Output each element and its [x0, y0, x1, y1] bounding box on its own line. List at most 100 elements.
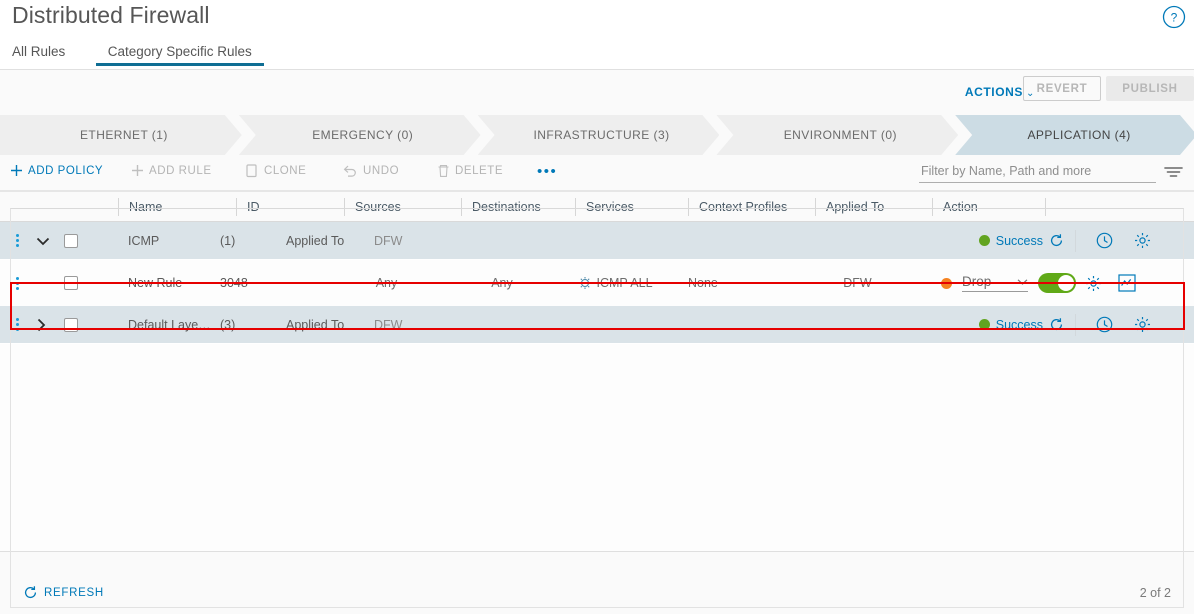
help-circle-icon[interactable]: ?: [1162, 5, 1186, 29]
policy-settings-gear-icon[interactable]: [1122, 306, 1162, 343]
column-header-context-profiles: Context Profiles: [688, 197, 815, 216]
policy-applied-to-value: DFW: [374, 233, 403, 248]
rule-action: Drop: [916, 260, 1076, 306]
trash-icon: [437, 164, 450, 178]
category-application[interactable]: APPLICATION (4): [955, 115, 1194, 155]
policy-settings-gear-icon[interactable]: [1122, 222, 1162, 259]
publish-button[interactable]: PUBLISH: [1106, 76, 1194, 101]
column-header-destinations: Destinations: [461, 197, 575, 216]
policy-row-divider: [1064, 306, 1086, 343]
rule-sources[interactable]: Any: [328, 260, 445, 306]
policy-name: ICMP: [128, 233, 160, 248]
refresh-button[interactable]: REFRESH: [23, 585, 104, 600]
add-rule-label: ADD RULE: [149, 164, 212, 177]
rule-statistics-icon[interactable]: [1110, 260, 1144, 306]
undo-icon: [343, 164, 358, 177]
undo-button[interactable]: UNDO: [343, 164, 399, 177]
filter-icon[interactable]: [1163, 164, 1184, 185]
refresh-status-icon[interactable]: [1049, 233, 1064, 248]
rule-id: 3048: [220, 276, 248, 290]
rule-enabled-toggle[interactable]: [1038, 273, 1076, 293]
action-select-value: Drop: [962, 274, 992, 289]
policy-applied-to-label: Applied To: [286, 317, 345, 332]
category-ethernet[interactable]: ETHERNET (1): [0, 115, 242, 155]
action-select[interactable]: Drop: [962, 274, 1028, 292]
plus-icon: [10, 164, 23, 177]
checkbox[interactable]: [64, 276, 78, 290]
svg-text:?: ?: [1171, 11, 1178, 25]
policy-history-icon[interactable]: [1086, 306, 1122, 343]
revert-button[interactable]: REVERT: [1023, 76, 1101, 101]
rule-services[interactable]: ICMP ALL: [559, 260, 672, 306]
rule-context-profiles[interactable]: None: [672, 260, 799, 306]
policy-rule-count: (3): [220, 317, 236, 332]
more-actions-button[interactable]: •••: [537, 164, 557, 179]
refresh-icon: [23, 585, 38, 600]
status-dot-icon: [978, 319, 990, 330]
row-kebab-menu[interactable]: [0, 260, 26, 306]
chevron-down-icon: [1017, 274, 1028, 289]
table-footer: REFRESH 2 of 2: [10, 578, 1184, 608]
kebab-menu-icon[interactable]: [16, 318, 20, 331]
kebab-menu-icon[interactable]: [16, 234, 20, 247]
refresh-status-icon[interactable]: [1049, 317, 1064, 332]
column-header-spacer: [0, 198, 118, 216]
filter-field-wrapper: [919, 162, 1156, 183]
row-kebab-menu[interactable]: [0, 222, 26, 259]
service-icon: [578, 276, 592, 290]
policy-history-icon[interactable]: [1086, 222, 1122, 259]
rule-toolbar: ADD POLICY ADD RULE CLONE UNDO DELETE ••…: [0, 155, 1194, 191]
column-header-applied-to: Applied To: [815, 197, 932, 216]
checkbox[interactable]: [64, 317, 78, 332]
rule-name[interactable]: New Rule: [118, 260, 210, 306]
delete-button[interactable]: DELETE: [437, 164, 503, 178]
column-header-action: Action: [932, 197, 1045, 216]
row-checkbox[interactable]: [54, 260, 118, 306]
add-rule-button[interactable]: ADD RULE: [131, 164, 212, 177]
status-label: Success: [995, 317, 1043, 332]
rule-applied-to[interactable]: DFW: [799, 260, 916, 306]
page-title: Distributed Firewall: [12, 2, 210, 28]
table-row[interactable]: New Rule 3048 Any Any ICMP ALL None DFW …: [0, 260, 1194, 306]
rule-destinations[interactable]: Any: [445, 260, 559, 306]
actions-menu-label: ACTIONS: [964, 85, 1024, 99]
add-policy-button[interactable]: ADD POLICY: [10, 164, 103, 177]
rule-settings-gear-icon[interactable]: [1076, 260, 1110, 306]
policy-status: Success: [924, 222, 1064, 259]
actions-bar: ACTIONS ⌄ REVERT PUBLISH: [0, 70, 1194, 115]
kebab-menu-icon[interactable]: [16, 276, 20, 290]
filter-input[interactable]: [919, 162, 1156, 183]
column-header-id: ID: [236, 197, 344, 216]
row-expand-toggle[interactable]: [26, 222, 54, 259]
chevron-down-icon[interactable]: [36, 236, 50, 246]
policy-applied-to-label: Applied To: [286, 233, 345, 248]
policy-status: Success: [924, 306, 1064, 343]
row-kebab-menu[interactable]: [0, 306, 26, 343]
policy-name: Default Laye…: [128, 317, 210, 332]
clone-icon: [246, 164, 259, 178]
policy-rule-count: (1): [220, 233, 236, 248]
category-environment[interactable]: ENVIRONMENT (0): [716, 115, 958, 155]
column-header-sources: Sources: [344, 197, 461, 216]
row-checkbox[interactable]: [54, 222, 118, 259]
table-row[interactable]: ICMP (1) Applied To DFW Success: [0, 222, 1194, 260]
plus-icon: [131, 164, 144, 177]
category-emergency[interactable]: EMERGENCY (0): [239, 115, 481, 155]
row-expand-toggle[interactable]: [26, 306, 54, 343]
action-dot-icon: [941, 277, 952, 289]
chevron-right-icon[interactable]: [36, 318, 46, 332]
table-empty-area: [0, 344, 1194, 552]
column-header-services: Services: [575, 197, 688, 216]
status-dot-icon: [978, 235, 990, 246]
tab-bar: All Rules Category Specific Rules: [0, 42, 1194, 70]
tab-all-rules[interactable]: All Rules: [12, 42, 77, 66]
column-header-name: Name: [118, 197, 236, 216]
status-label: Success: [995, 233, 1043, 248]
tab-category-specific-rules[interactable]: Category Specific Rules: [95, 42, 264, 66]
rule-services-label: ICMP ALL: [596, 276, 653, 290]
table-row[interactable]: Default Laye… (3) Applied To DFW Success: [0, 306, 1194, 344]
clone-button[interactable]: CLONE: [246, 164, 306, 178]
row-checkbox[interactable]: [54, 306, 118, 343]
checkbox[interactable]: [64, 233, 78, 248]
category-infrastructure[interactable]: INFRASTRUCTURE (3): [478, 115, 720, 155]
